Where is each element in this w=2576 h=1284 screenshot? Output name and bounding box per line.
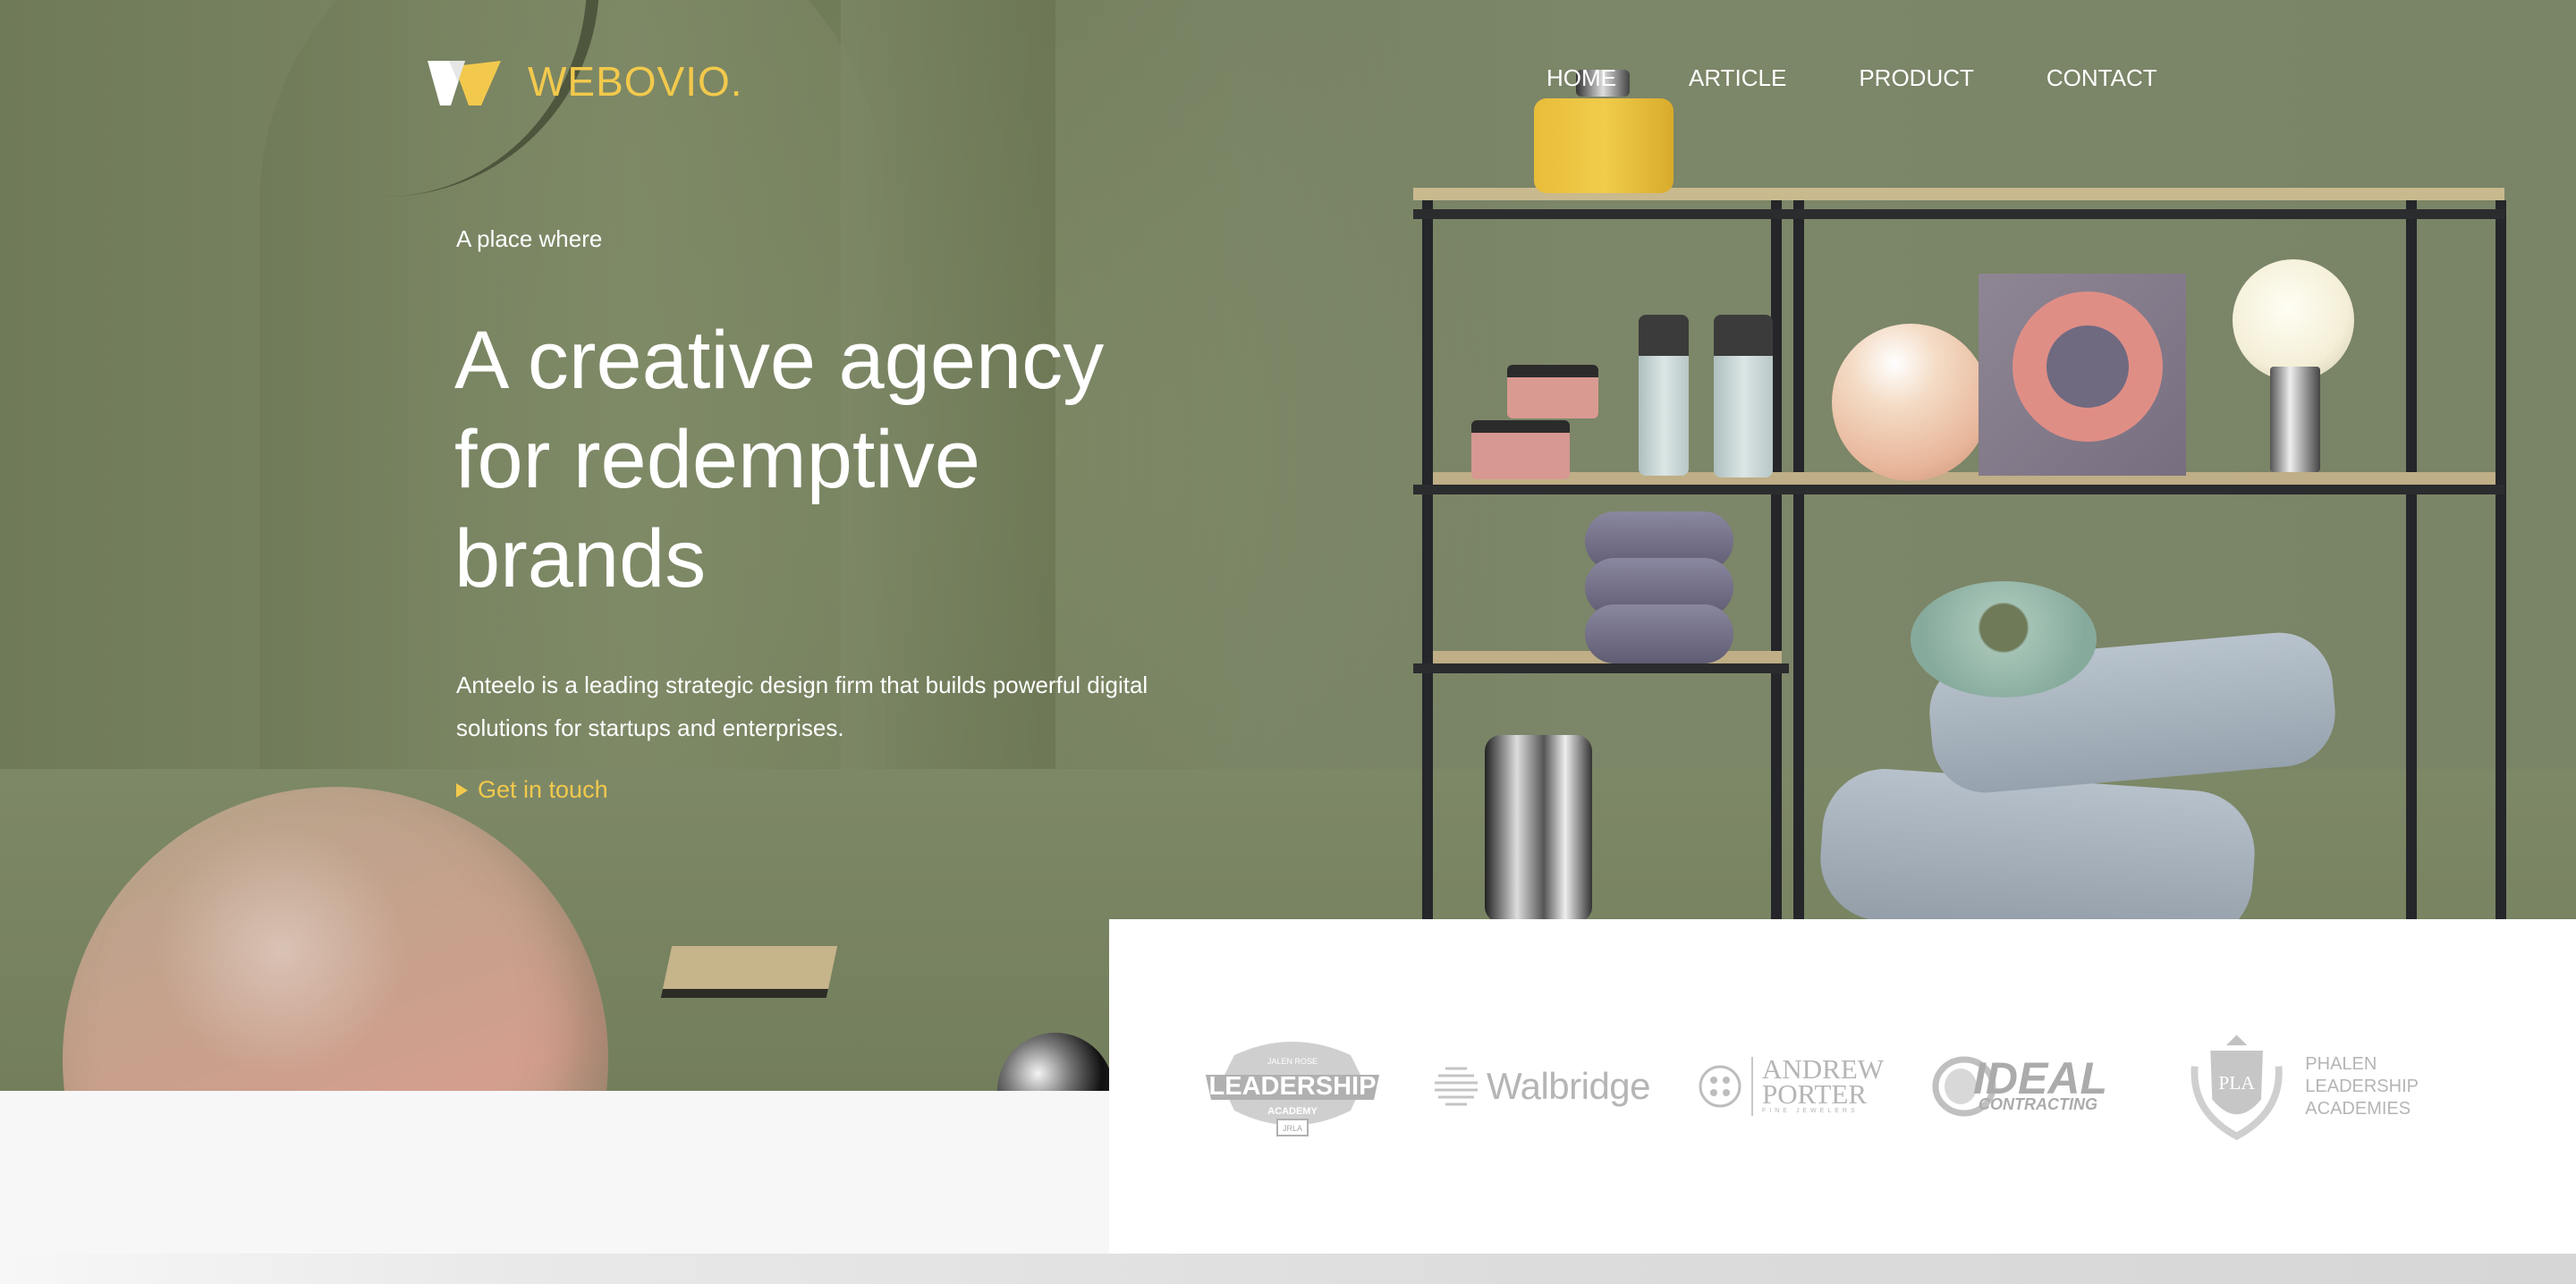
mint-donut-image: [1911, 581, 2097, 697]
hero-headline-line: brands: [454, 513, 707, 604]
hero-headline-line: for redemptive: [454, 414, 981, 505]
hero-headline: A creative agency for redemptive brands: [454, 311, 1259, 609]
hero-headline-line: A creative agency: [454, 315, 1105, 406]
pink-donut-image: [2012, 291, 2163, 442]
client-logo-leadership-academy: JALEN ROSE LEADERSHIP ACADEMY JRLA: [1199, 1028, 1386, 1145]
logo-mark-icon: [428, 57, 501, 106]
ideal-main-text: IDEAL: [1973, 1053, 2107, 1103]
hero-eyebrow: A place where: [456, 225, 603, 252]
andrew-porter-divider: [1751, 1057, 1753, 1116]
nav-item-product[interactable]: PRODUCT: [1859, 64, 1974, 92]
lamp-base-image: [2270, 367, 2320, 472]
nav-item-article[interactable]: ARTICLE: [1689, 64, 1786, 92]
get-in-touch-label: Get in touch: [478, 776, 608, 803]
floor-tile-image: [660, 946, 838, 998]
hero-description-line: Anteelo is a leading strategic design fi…: [456, 672, 1148, 698]
leadership-sub-text: ACADEMY: [1267, 1106, 1318, 1117]
client-logo-phalen: PLA PHALEN LEADERSHIP ACADEMIES: [2186, 1028, 2419, 1145]
main-nav: HOME ARTICLE PRODUCT CONTACT: [1546, 64, 2157, 92]
leadership-main-text: LEADERSHIP: [1209, 1072, 1377, 1101]
stacked-donut-image: [1585, 604, 1733, 663]
pink-jar-image: [1471, 420, 1570, 479]
phalen-wordmark: PHALEN LEADERSHIP ACADEMIES: [2305, 1053, 2419, 1120]
phalen-monogram: PLA: [2218, 1072, 2255, 1094]
client-logo-andrew-porter: ANDREW PORTER FINE JEWELERS: [1698, 1028, 1899, 1145]
play-triangle-icon: [456, 782, 468, 798]
ideal-sub-text: CONTRACTING: [1979, 1095, 2097, 1113]
lamp-globe-image: [2233, 259, 2354, 381]
nav-item-home[interactable]: HOME: [1546, 64, 1616, 92]
walbridge-name: Walbridge: [1487, 1065, 1651, 1107]
hero-description: Anteelo is a leading strategic design fi…: [456, 663, 1225, 749]
chrome-cylinder-image: [1485, 735, 1592, 923]
leadership-academy-badge-icon: JALEN ROSE LEADERSHIP ACADEMY JRLA: [1206, 1042, 1379, 1136]
bottle-image: [1714, 315, 1773, 477]
andrew-porter-wordmark: ANDREW PORTER FINE JEWELERS: [1762, 1055, 1884, 1116]
phalen-line2: LEADERSHIP: [2305, 1076, 2419, 1096]
andrew-porter-line2: PORTER: [1762, 1078, 1867, 1110]
client-logo-walbridge: Walbridge: [1431, 1028, 1664, 1145]
phalen-line3: ACADEMIES: [2305, 1098, 2411, 1119]
pink-jar-image: [1507, 365, 1598, 418]
bottom-shadow-strip: [0, 1254, 2576, 1284]
logo-text: WEBOVIO.: [528, 58, 743, 105]
andrew-porter-tagline: FINE JEWELERS: [1762, 1108, 1859, 1114]
hero-description-line: solutions for startups and enterprises.: [456, 714, 844, 741]
bottle-image: [1639, 315, 1689, 476]
ideal-wordmark: IDEAL CONTRACTING: [1973, 1053, 2107, 1113]
site-logo[interactable]: WEBOVIO.: [428, 57, 743, 106]
nav-item-contact[interactable]: CONTACT: [2046, 64, 2157, 92]
leadership-badge-text: JRLA: [1283, 1124, 1302, 1133]
leadership-top-text: JALEN ROSE: [1267, 1057, 1318, 1066]
peach-ball-image: [1832, 324, 1989, 481]
client-logo-ideal-contracting: IDEAL CONTRACTING: [1932, 1028, 2165, 1145]
andrew-porter-button-icon: [1699, 1065, 1741, 1108]
get-in-touch-link[interactable]: Get in touch: [456, 776, 608, 804]
walbridge-globe-icon: [1435, 1067, 1478, 1106]
yellow-bottle-image: [1534, 98, 1674, 193]
phalen-crest-icon: PLA: [2190, 1035, 2283, 1141]
phalen-line1: PHALEN: [2305, 1053, 2377, 1074]
